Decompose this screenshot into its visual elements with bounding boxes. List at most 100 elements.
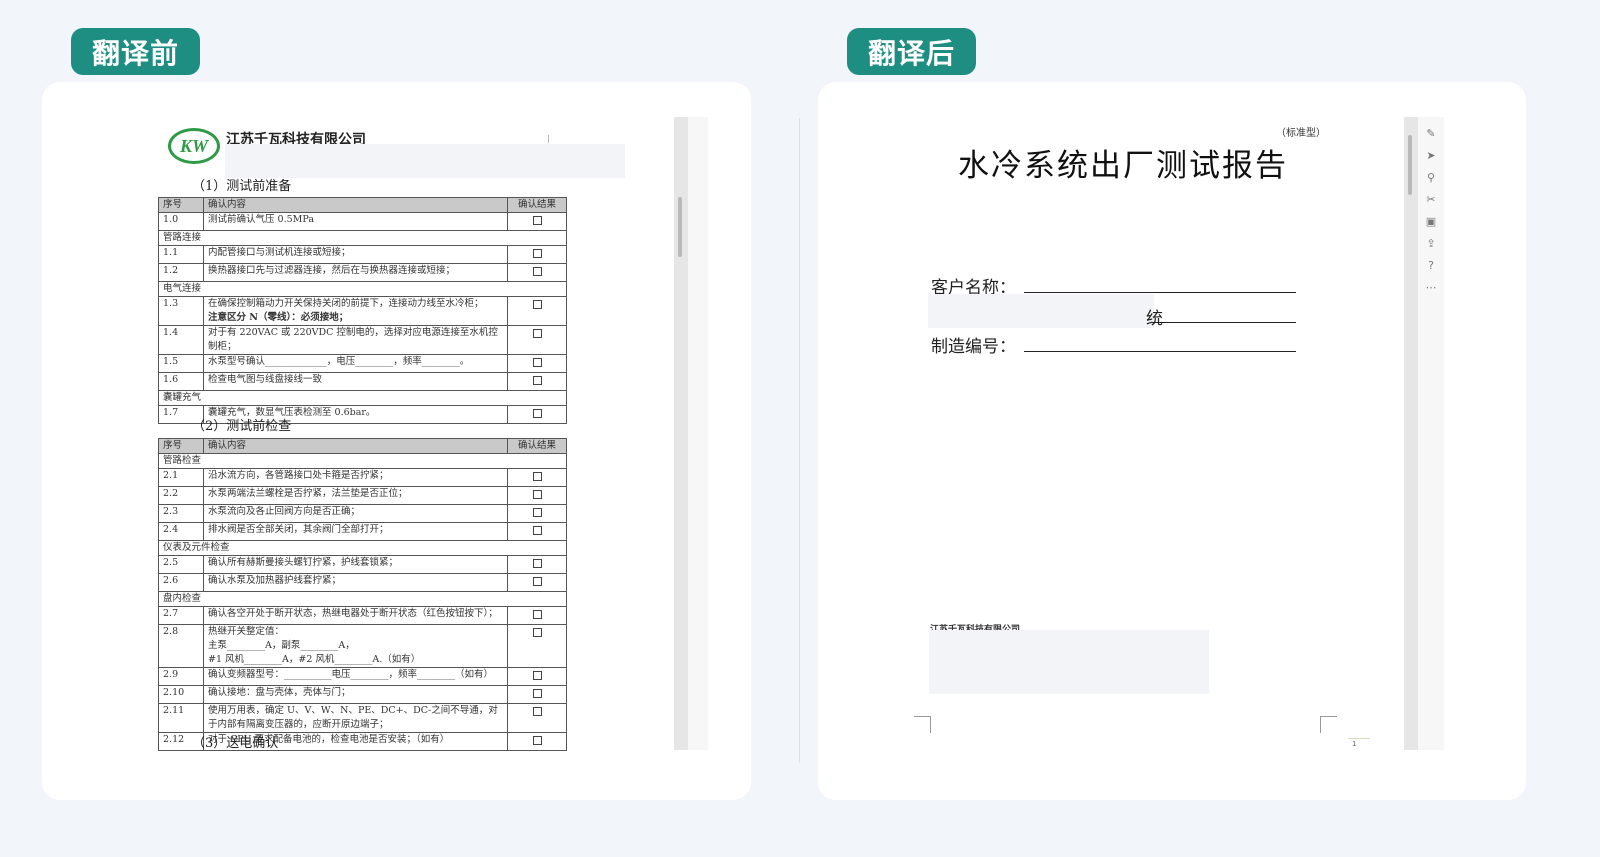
checkbox-icon[interactable] (532, 707, 542, 716)
vertical-scrollbar[interactable] (1404, 117, 1418, 750)
result-cell (507, 606, 567, 625)
row-text-line: 水泵流向及各止回阀方向是否正确； (208, 506, 361, 517)
row-text-line: 对于有 220VAC 或 220VDC 控制电的，选择对应电源连接至水机控 (208, 327, 498, 338)
image-icon[interactable]: ▣ (1424, 215, 1438, 229)
row-text-line: 测试前确认气压 0.5MPa (208, 214, 314, 225)
row-number: 2.9 (158, 667, 204, 686)
redacted-area-footer (929, 630, 1209, 694)
result-cell (507, 486, 567, 505)
result-cell (507, 667, 567, 686)
report-title: 水冷系统出厂测试报告 (958, 148, 1288, 184)
side-panel (688, 117, 708, 750)
checkbox-icon[interactable] (532, 508, 542, 517)
scrollbar-thumb[interactable] (678, 197, 682, 257)
checkbox-icon[interactable] (532, 559, 542, 568)
row-text-line: #1 风机________A，#2 风机________A.（如有） (208, 654, 421, 665)
checkbox-icon[interactable] (532, 472, 542, 481)
row-text-line: 注意区分 N（零线）：必须接地； (208, 312, 349, 323)
result-cell (507, 555, 567, 574)
checkbox-icon[interactable] (532, 329, 542, 338)
system-line (1152, 322, 1296, 323)
checkbox-icon[interactable] (532, 358, 542, 367)
serial-number-line (1024, 351, 1296, 352)
side-toolbar: ✎ ➤ ⚲ ✂ ▣ ⇪ ? ⋯ (1418, 117, 1444, 750)
checkbox-icon[interactable] (532, 300, 542, 309)
checkbox-icon[interactable] (532, 376, 542, 385)
translated-document-card: （标准型） 水冷系统出厂测试报告 客户名称： 统 制造编号： 江苏千瓦科技有限公… (818, 82, 1526, 800)
row-text-line: 使用万用表，确定 U、V、W、N、PE、DC+、DC-之间不导通，对 (208, 705, 498, 716)
table-group-row: 盘内检查 (158, 591, 567, 607)
share-icon[interactable]: ⇪ (1424, 237, 1438, 251)
table-header-row: 序号 确认内容 确认结果 (158, 438, 567, 454)
checkbox-icon[interactable] (532, 526, 542, 535)
table-header-cell: 确认结果 (507, 197, 567, 213)
group-label: 仪表及元件检查 (158, 540, 567, 556)
company-logo: KW (168, 128, 220, 164)
row-number: 1.3 (158, 296, 204, 326)
table-row: 1.0 测试前确认气压 0.5MPa (158, 212, 567, 231)
row-text-line: 水泵型号确认_____________，电压________，频率_______… (208, 356, 470, 367)
group-label: 电气连接 (158, 281, 567, 297)
row-number: 2.6 (158, 573, 204, 592)
group-label: 管路连接 (158, 230, 567, 246)
row-text-line: 制柜； (208, 341, 237, 352)
checkbox-icon[interactable] (532, 490, 542, 499)
row-text-line: 内配管接口与测试机连接或短接； (208, 247, 351, 258)
row-text-line: 热继开关整定值： (208, 626, 285, 637)
row-content: 确认各空开处于断开状态，热继电器处于断开状态（红色按钮按下）； (203, 606, 508, 625)
result-cell (507, 212, 567, 231)
row-number: 2.4 (158, 522, 204, 541)
row-content: 热继开关整定值： 主泵________A，副泵________A， #1 风机___… (203, 624, 508, 668)
row-content: 确认水泵及加热器护线套拧紧； (203, 573, 508, 592)
row-text-line: 在确保控制箱动力开关保持关闭的前提下，连接动力线至水冷柜； (208, 298, 484, 309)
table-row: 2.10 确认接地：盘与壳体，壳体与门； (158, 685, 567, 704)
original-document-page[interactable]: KW 江苏千瓦科技有限公司 （1）测试前准备 序号 确认内容 确认结果 1.0 测试前确… (42, 82, 751, 800)
checkbox-icon[interactable] (532, 216, 542, 225)
checkbox-icon[interactable] (532, 267, 542, 276)
help-icon[interactable]: ? (1424, 259, 1438, 273)
checkbox-icon[interactable] (532, 736, 542, 745)
row-content: 检查电气图与线盘接线一致 (203, 372, 508, 391)
table-header-cell: 序号 (158, 438, 204, 454)
table-header-row: 序号 确认内容 确认结果 (158, 197, 567, 213)
result-cell (507, 263, 567, 282)
row-text-line: 沿水流方向，各管路接口处卡箍是否拧紧； (208, 470, 389, 481)
after-translation-badge: 翻译后 (847, 28, 976, 75)
row-number: 2.11 (158, 703, 204, 733)
page-number: 1 (1352, 740, 1357, 748)
checkbox-icon[interactable] (532, 577, 542, 586)
row-text-line: 检查电气图与线盘接线一致 (208, 374, 323, 385)
table-row: 2.5 确认所有赫斯曼接头螺钉拧紧，护线套锁紧； (158, 555, 567, 574)
row-text-line: 水泵两端法兰螺栓是否拧紧，法兰垫是否正位； (208, 488, 408, 499)
table-header-cell: 确认内容 (203, 197, 508, 213)
checkbox-icon[interactable] (532, 671, 542, 680)
checkbox-icon[interactable] (532, 689, 542, 698)
translated-document-page[interactable]: （标准型） 水冷系统出厂测试报告 客户名称： 统 制造编号： 江苏千瓦科技有限公… (818, 82, 1518, 800)
scrollbar-thumb[interactable] (1408, 135, 1412, 195)
checkbox-icon[interactable] (532, 628, 542, 637)
table-row: 1.1 内配管接口与测试机连接或短接； (158, 245, 567, 264)
table-row: 2.8 热继开关整定值： 主泵________A，副泵________A， #1 风机… (158, 624, 567, 668)
result-cell (507, 522, 567, 541)
vertical-scrollbar[interactable] (674, 117, 688, 750)
checkbox-icon[interactable] (532, 610, 542, 619)
result-cell (507, 296, 567, 326)
row-text-line: 确认变频器型号：__________电压________，频率________（… (208, 669, 494, 680)
checkbox-icon[interactable] (532, 249, 542, 258)
stamp-icon[interactable]: ⚲ (1424, 171, 1438, 185)
more-icon[interactable]: ⋯ (1424, 281, 1438, 295)
scissors-icon[interactable]: ✂ (1424, 193, 1438, 207)
table-group-row: 管路检查 (158, 453, 567, 469)
redacted-area (225, 144, 625, 178)
table-row: 1.2 换热器接口先与过滤器连接，然后在与换热器连接或短接； (158, 263, 567, 282)
pointer-icon[interactable]: ➤ (1424, 149, 1438, 163)
pen-icon[interactable]: ✎ (1424, 127, 1438, 141)
table-group-row: 管路连接 (158, 230, 567, 246)
check-table: 序号 确认内容 确认结果 管路检查 2.1 沿水流方向，各管路接口处卡箍是否拧紧； 2.2 水… (158, 438, 567, 751)
row-content: 换热器接口先与过滤器连接，然后在与换热器连接或短接； (203, 263, 508, 282)
row-content: 在确保控制箱动力开关保持关闭的前提下，连接动力线至水冷柜； 注意区分 N（零线）：… (203, 296, 508, 326)
row-number: 2.8 (158, 624, 204, 668)
checkbox-icon[interactable] (532, 409, 542, 418)
group-label: 管路检查 (158, 453, 567, 469)
result-cell (507, 573, 567, 592)
